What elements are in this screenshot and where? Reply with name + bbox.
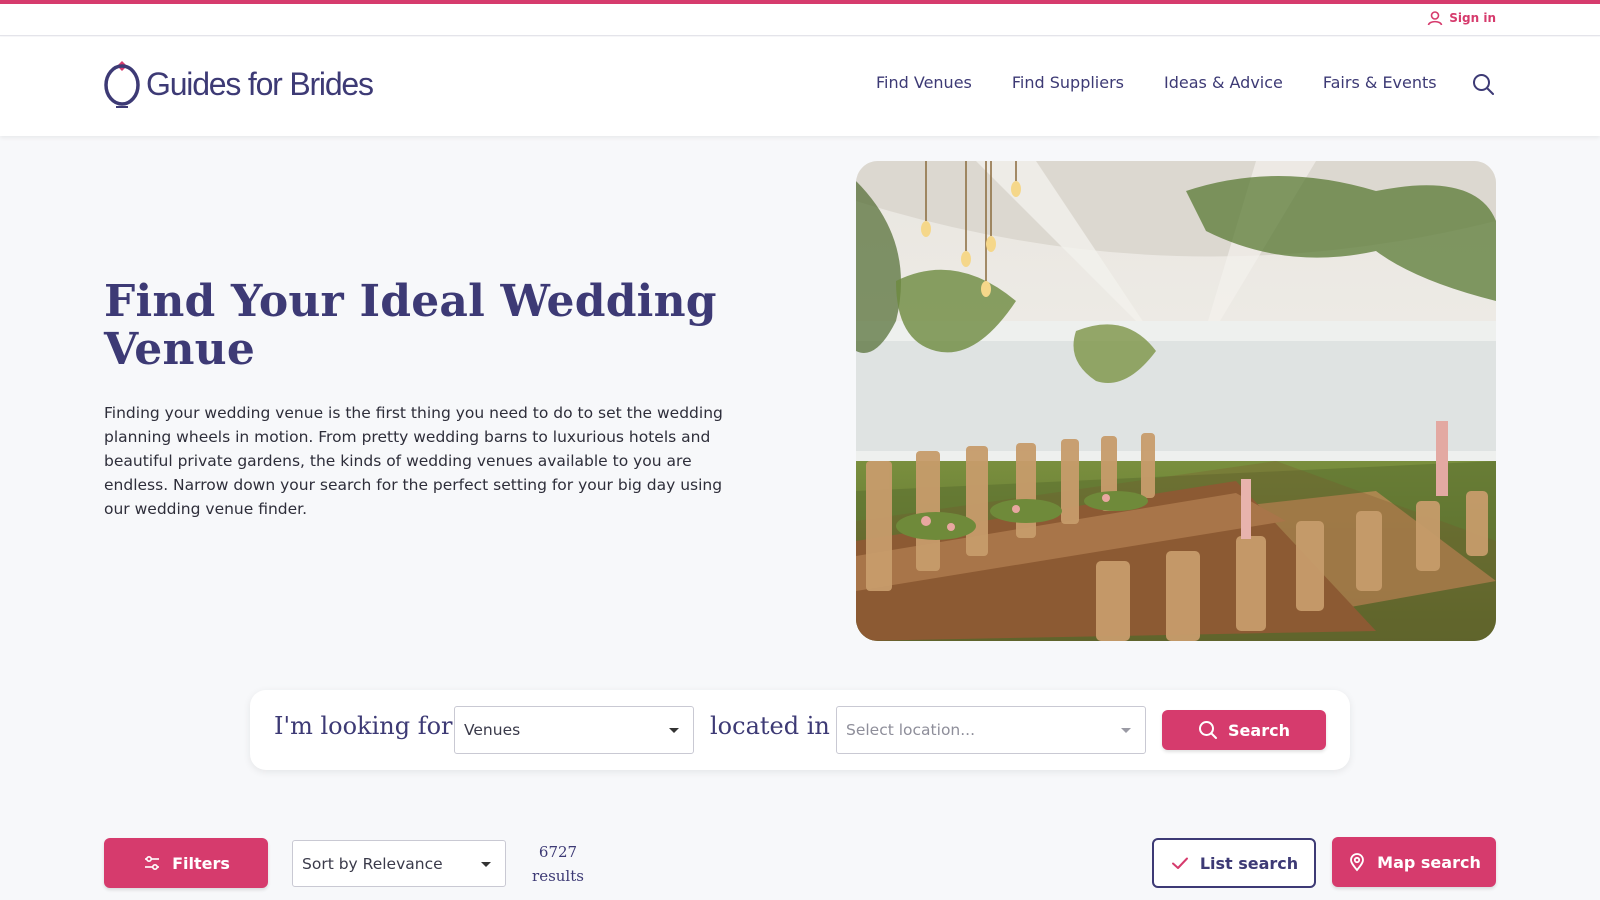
nav-item-ideas-advice[interactable]: Ideas & Advice	[1164, 73, 1283, 92]
looking-for-label: I'm looking for	[274, 712, 453, 740]
results-label: results	[532, 867, 584, 885]
signin-label: Sign in	[1449, 11, 1496, 25]
brand-name: Guides for Brides	[146, 65, 374, 102]
main-navbar: Guides for Brides Find Venues Find Suppl…	[0, 37, 1600, 136]
hero-description: Finding your wedding venue is the first …	[104, 404, 723, 518]
map-pin-icon	[1350, 853, 1365, 872]
category-select[interactable]: Venues	[454, 706, 694, 754]
page-title: Find Your Ideal Wedding Venue	[104, 276, 717, 375]
chevron-down-icon	[1121, 728, 1131, 733]
search-bar: I'm looking for Venues located in Select…	[250, 690, 1350, 770]
user-icon	[1427, 11, 1443, 26]
location-select[interactable]: Select location...	[836, 706, 1146, 754]
map-search-button[interactable]: Map search	[1332, 837, 1496, 887]
checkmark-icon	[1171, 857, 1188, 869]
nav-item-find-suppliers[interactable]: Find Suppliers	[1012, 73, 1124, 92]
location-select-placeholder: Select location...	[846, 721, 976, 739]
primary-nav: Find Venues Find Suppliers Ideas & Advic…	[876, 73, 1437, 92]
search-button[interactable]: Search	[1162, 710, 1326, 750]
filters-button-label: Filters	[172, 853, 230, 873]
search-icon[interactable]	[1472, 73, 1494, 95]
search-icon	[1199, 721, 1218, 739]
sort-select-value: Sort by Relevance	[302, 854, 443, 873]
list-search-label: List search	[1199, 853, 1299, 873]
nav-item-fairs-events[interactable]: Fairs & Events	[1323, 73, 1437, 92]
filters-button[interactable]: Filters	[104, 838, 268, 888]
nav-item-find-venues[interactable]: Find Venues	[876, 73, 972, 92]
results-number: 6727	[538, 843, 578, 861]
list-search-button[interactable]: List search	[1152, 838, 1316, 888]
category-select-value: Venues	[464, 721, 521, 739]
results-count: 6727 results	[522, 840, 594, 888]
brand-logo[interactable]: Guides for Brides	[104, 57, 374, 111]
located-in-label: located in	[710, 712, 830, 740]
hero-venue-image	[856, 161, 1496, 641]
signin-link[interactable]: Sign in	[1427, 10, 1496, 26]
sliders-icon	[145, 855, 160, 871]
chevron-down-icon	[669, 728, 679, 733]
ring-logo-icon	[104, 61, 140, 108]
chevron-down-icon	[481, 862, 491, 867]
map-search-label: Map search	[1377, 852, 1481, 872]
search-button-label: Search	[1228, 720, 1290, 740]
utility-bar: Sign in	[0, 4, 1600, 36]
sort-select[interactable]: Sort by Relevance	[292, 840, 506, 887]
